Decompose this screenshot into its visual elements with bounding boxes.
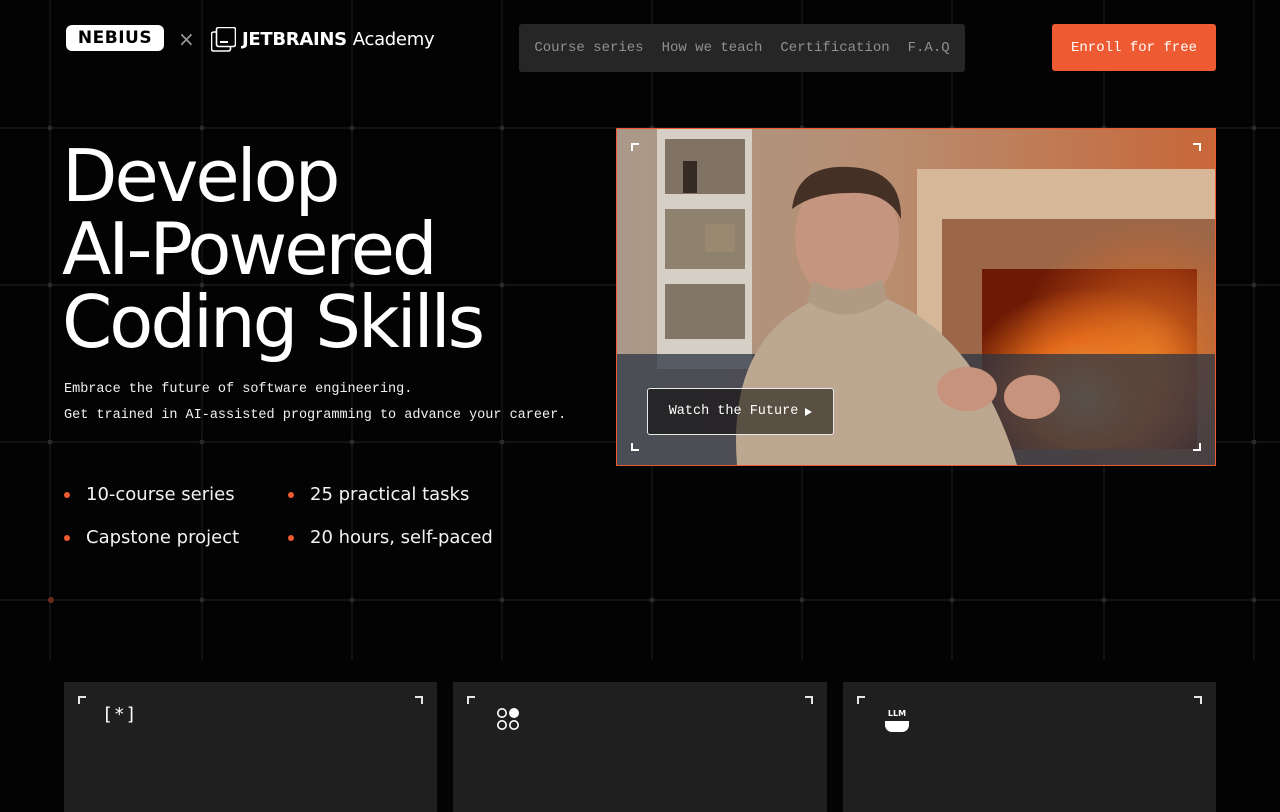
play-icon [805, 407, 813, 416]
feature-label: Capstone project [86, 527, 240, 548]
bullet-dot-icon [288, 534, 294, 541]
llm-icon-label: LLM [887, 709, 907, 718]
nav-course-series[interactable]: Course series [534, 40, 643, 56]
corner-marker [415, 696, 423, 704]
feature-label: 10-course series [86, 484, 235, 505]
bullet-dot-icon [64, 534, 70, 541]
grid-line [199, 597, 205, 603]
bracket-star-icon: [*] [102, 704, 138, 725]
hero-title-line: Develop [62, 134, 340, 218]
hero-subtitle: Embrace the future of software engineeri… [64, 377, 566, 429]
grid-line [949, 597, 955, 603]
feature-card: [*] [64, 682, 437, 812]
corner-marker [467, 696, 475, 704]
corner-marker [1193, 443, 1201, 451]
feature-label: 20 hours, self-paced [310, 527, 493, 548]
grid-line [1251, 597, 1257, 603]
nebius-logo[interactable]: NEBIUS [66, 25, 164, 51]
bullet-dot-icon [288, 491, 294, 498]
grid-line [199, 125, 205, 131]
top-navigation: Course series How we teach Certification… [519, 24, 965, 72]
corner-marker [78, 696, 86, 704]
corner-marker [631, 143, 639, 151]
logo-separator: × [178, 27, 195, 51]
nav-certification[interactable]: Certification [780, 40, 889, 56]
feature-card [453, 682, 827, 812]
grid-line [649, 597, 655, 603]
grid-line [349, 125, 355, 131]
cup-shape [885, 721, 909, 732]
grid-line [349, 439, 355, 445]
logo-light-text: Academy [352, 28, 435, 50]
jetbrains-academy-wordmark: JETBRAINS Academy [242, 28, 435, 50]
feature-card: LLM [843, 682, 1216, 812]
watch-video-button[interactable]: Watch the Future [647, 388, 834, 435]
grid-line [1251, 282, 1257, 288]
corner-marker [1194, 696, 1202, 704]
grid-line [48, 597, 54, 603]
feature-item: Capstone project [64, 527, 239, 548]
llm-cup-icon: LLM [884, 709, 910, 733]
hero-subtitle-line: Embrace the future of software engineeri… [64, 382, 413, 397]
nav-faq[interactable]: F.A.Q [908, 40, 950, 56]
feature-item: 10-course series [64, 484, 235, 505]
jetbrains-mark-icon [211, 26, 236, 52]
feature-label: 25 practical tasks [310, 484, 470, 505]
grid-line [47, 125, 53, 131]
feature-item: 20 hours, self-paced [288, 527, 493, 548]
grid-line [499, 439, 505, 445]
grid-line [1251, 125, 1257, 131]
logo-bold-text: JETBRAINS [242, 28, 347, 50]
video-thumbnail[interactable]: Watch the Future [616, 128, 1216, 466]
nav-how-we-teach[interactable]: How we teach [662, 40, 763, 56]
hero-title-line: Coding Skills [62, 280, 485, 364]
grid-line [47, 282, 53, 288]
hero-title: Develop AI-Powered Coding Skills [62, 140, 622, 359]
grid-line [499, 125, 505, 131]
hero-title-line: AI-Powered [62, 207, 438, 291]
grid-line [199, 439, 205, 445]
grid-line [349, 597, 355, 603]
grid-line [799, 597, 805, 603]
four-dots-icon [497, 708, 519, 730]
bullet-dot-icon [64, 491, 70, 498]
grid-line [1251, 439, 1257, 445]
jetbrains-academy-logo[interactable]: JETBRAINS Academy [211, 25, 435, 53]
feature-item: 25 practical tasks [288, 484, 469, 505]
corner-marker [857, 696, 865, 704]
grid-line [1101, 597, 1107, 603]
corner-marker [1193, 143, 1201, 151]
corner-marker [631, 443, 639, 451]
grid-line [47, 439, 53, 445]
enroll-button[interactable]: Enroll for free [1052, 24, 1216, 71]
watch-video-label: Watch the Future [668, 404, 799, 419]
corner-marker [805, 696, 813, 704]
grid-line [499, 597, 505, 603]
hero-subtitle-line: Get trained in AI-assisted programming t… [64, 408, 567, 423]
